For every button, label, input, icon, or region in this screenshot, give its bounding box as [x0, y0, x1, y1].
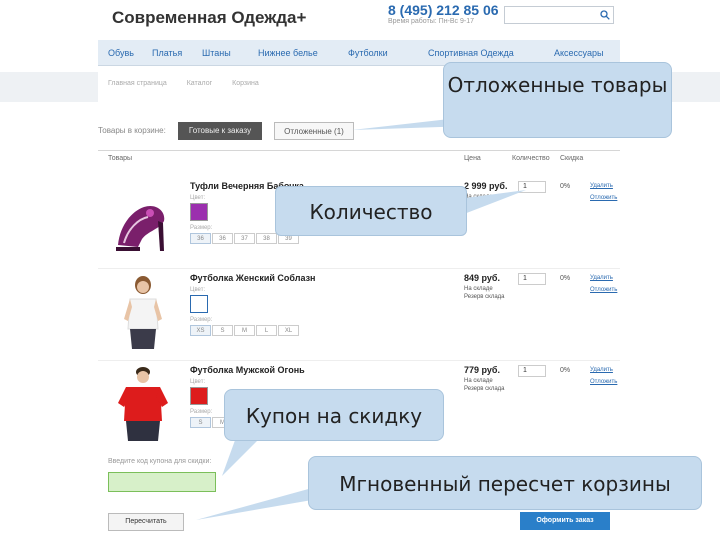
callout-pointer-instant	[196, 488, 312, 520]
callout-coupon: Купон на скидку	[224, 389, 444, 441]
callout-quantity: Количество	[275, 186, 467, 236]
callout-instant-recalc: Мгновенный пересчет корзины	[308, 456, 702, 510]
callout-deferred-items: Отложенные товары	[443, 62, 672, 138]
